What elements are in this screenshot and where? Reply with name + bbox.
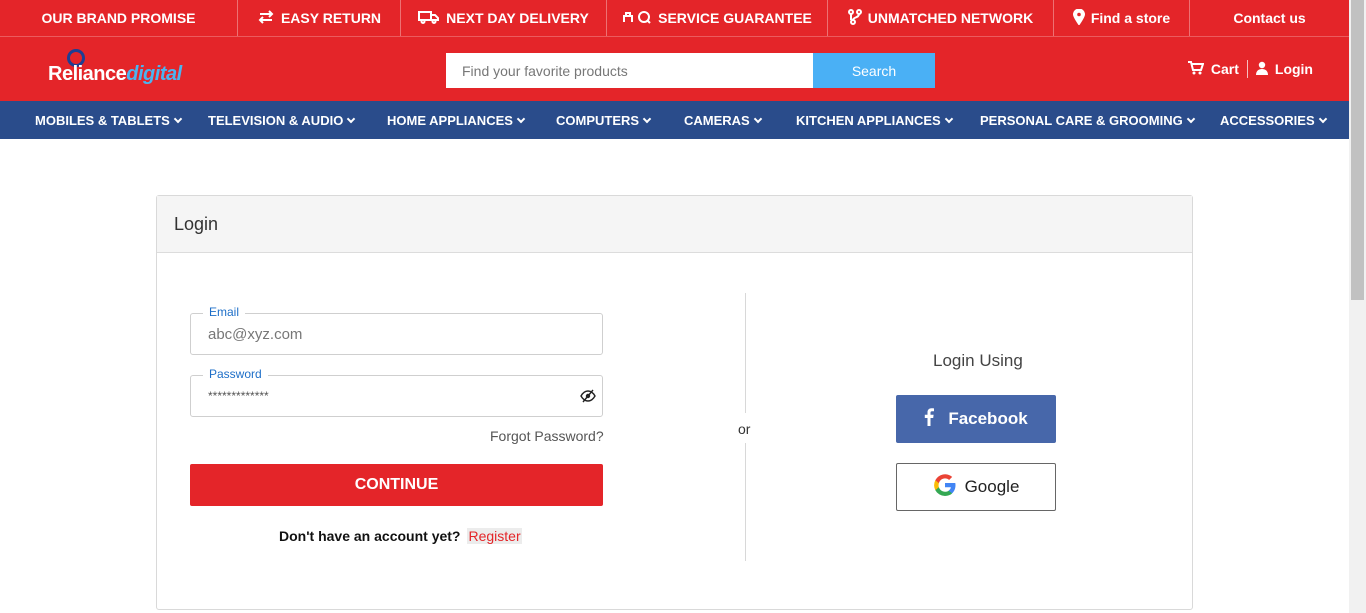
login-card-header: Login xyxy=(157,196,1192,253)
eye-slash-icon[interactable] xyxy=(580,389,596,408)
reliance-digital-logo[interactable]: Reliancedigital xyxy=(48,49,198,91)
category-home-appliances[interactable]: HOME APPLIANCES xyxy=(387,101,526,139)
category-label: COMPUTERS xyxy=(556,112,640,128)
category-kitchen-appliances[interactable]: KITCHEN APPLIANCES xyxy=(796,101,953,139)
cart-link[interactable]: Cart xyxy=(1187,60,1239,78)
chevron-down-icon xyxy=(642,114,652,123)
category-label: ACCESSORIES xyxy=(1220,112,1315,128)
map-pin-icon xyxy=(1072,8,1085,28)
chevron-down-icon xyxy=(944,114,953,123)
promise-unmatched-network[interactable]: UNMATCHED NETWORK xyxy=(828,0,1054,36)
category-label: TELEVISION & AUDIO xyxy=(208,112,344,128)
promise-label: Find a store xyxy=(1090,10,1171,26)
email-value: abc@xyz.com xyxy=(208,326,303,343)
login-link[interactable]: Login xyxy=(1255,61,1313,78)
user-icon xyxy=(1255,61,1268,78)
promise-contact-us[interactable]: Contact us xyxy=(1190,0,1349,36)
scrollbar-thumb[interactable] xyxy=(1351,0,1364,300)
facebook-icon xyxy=(924,407,935,431)
forgot-password-link[interactable]: Forgot Password? xyxy=(490,428,604,444)
chevron-down-icon xyxy=(1186,114,1195,123)
password-value: ************* xyxy=(208,389,269,403)
chevron-down-icon xyxy=(1318,114,1327,123)
login-title: Login xyxy=(174,213,219,234)
promise-label: UNMATCHED NETWORK xyxy=(867,10,1034,26)
google-login-button[interactable]: Google xyxy=(896,463,1056,511)
return-arrows-icon xyxy=(257,9,275,27)
login-label: Login xyxy=(1274,61,1313,77)
category-nav: MOBILES & TABLETS TELEVISION & AUDIO HOM… xyxy=(0,101,1349,139)
email-label: Email xyxy=(203,305,246,319)
chevron-down-icon xyxy=(753,114,762,123)
or-separator: or xyxy=(738,421,751,437)
login-using-heading: Login Using xyxy=(933,351,1023,370)
promise-label: NEXT DAY DELIVERY xyxy=(446,10,589,26)
search-button[interactable]: Search xyxy=(813,53,935,88)
header-links: Cart Login xyxy=(1187,60,1313,78)
category-label: CAMERAS xyxy=(684,112,750,128)
category-personal-care[interactable]: PERSONAL CARE & GROOMING xyxy=(980,101,1195,139)
category-label: KITCHEN APPLIANCES xyxy=(796,112,941,128)
facebook-login-button[interactable]: Facebook xyxy=(896,395,1056,443)
chevron-down-icon xyxy=(173,114,183,123)
register-link[interactable]: Register xyxy=(467,528,522,544)
promise-label: OUR BRAND PROMISE xyxy=(41,10,196,26)
network-icon xyxy=(847,8,862,28)
truck-icon xyxy=(418,10,440,27)
category-television-audio[interactable]: TELEVISION & AUDIO xyxy=(208,101,356,139)
register-question: Don't have an account yet? xyxy=(279,528,461,544)
chevron-down-icon xyxy=(347,114,356,123)
promise-easy-return[interactable]: EASY RETURN xyxy=(238,0,401,36)
divider xyxy=(745,443,746,561)
facebook-label: Facebook xyxy=(948,409,1028,428)
category-computers[interactable]: COMPUTERS xyxy=(556,101,652,139)
continue-button[interactable]: CONTINUE xyxy=(190,464,603,506)
logo-main-text: Reliance xyxy=(48,63,127,85)
category-label: MOBILES & TABLETS xyxy=(35,112,170,128)
register-row: Don't have an account yet? Register xyxy=(279,528,522,544)
promise-label: SERVICE GUARANTEE xyxy=(658,10,812,26)
category-accessories[interactable]: ACCESSORIES xyxy=(1220,101,1327,139)
email-field[interactable]: Email abc@xyz.com xyxy=(190,305,603,355)
category-label: PERSONAL CARE & GROOMING xyxy=(980,112,1183,128)
promise-find-store[interactable]: Find a store xyxy=(1054,0,1190,36)
service-icon xyxy=(622,10,652,27)
category-label: HOME APPLIANCES xyxy=(387,112,513,128)
google-label: Google xyxy=(964,477,1020,496)
promise-brand[interactable]: OUR BRAND PROMISE xyxy=(0,0,238,36)
search-input[interactable] xyxy=(446,53,813,88)
promise-next-day-delivery[interactable]: NEXT DAY DELIVERY xyxy=(401,0,607,36)
cart-label: Cart xyxy=(1210,61,1239,77)
google-icon xyxy=(933,473,957,502)
logo-accent-text: digital xyxy=(126,63,182,85)
category-cameras[interactable]: CAMERAS xyxy=(684,101,762,139)
category-mobiles-tablets[interactable]: MOBILES & TABLETS xyxy=(35,101,183,139)
promise-label: EASY RETURN xyxy=(280,10,382,26)
cart-icon xyxy=(1187,60,1205,78)
password-label: Password xyxy=(203,367,268,381)
login-card: Login Email abc@xyz.com Password *******… xyxy=(156,195,1193,610)
divider xyxy=(745,293,746,413)
chevron-down-icon xyxy=(516,114,526,123)
site-header: Reliancedigital Search Cart Login xyxy=(0,36,1349,101)
promise-label: Contact us xyxy=(1233,10,1306,26)
header-separator xyxy=(1246,60,1248,78)
password-field[interactable]: Password ************* xyxy=(190,367,603,417)
promise-service-guarantee[interactable]: SERVICE GUARANTEE xyxy=(607,0,828,36)
page-scrollbar[interactable] xyxy=(1349,0,1366,613)
promise-bar: OUR BRAND PROMISE EASY RETURN NEXT DAY D… xyxy=(0,0,1349,36)
